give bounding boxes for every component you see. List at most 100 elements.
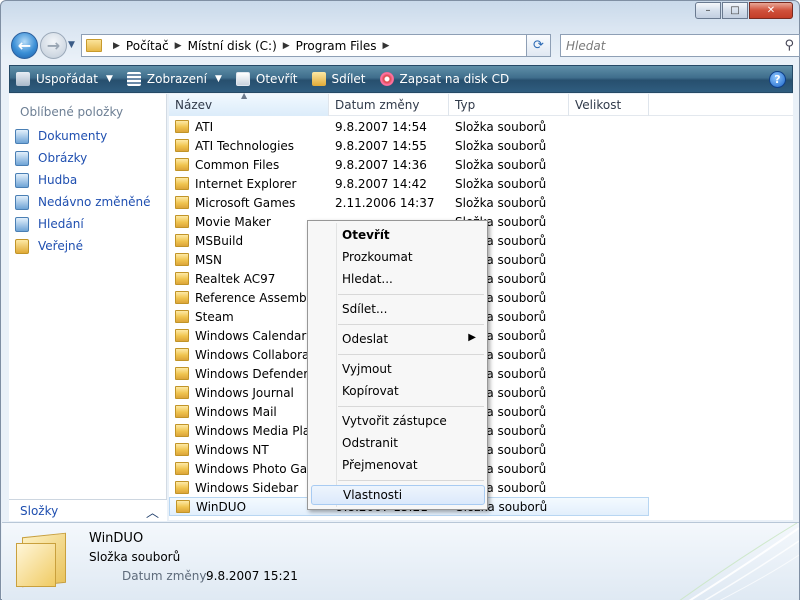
folder-icon <box>175 329 189 342</box>
history-dropdown-icon[interactable]: ▼ <box>68 40 75 50</box>
file-name: Windows Defender <box>195 366 309 381</box>
table-row[interactable]: Internet Explorer 9.8.2007 14:42 Složka … <box>169 174 649 193</box>
file-name: Windows NT <box>195 442 269 457</box>
menu-separator <box>338 406 484 407</box>
menu-item-cut[interactable]: Vyjmout <box>342 359 392 379</box>
table-row[interactable]: Microsoft Games 2.11.2006 14:37 Složka s… <box>169 193 649 212</box>
file-type: Složka souborů <box>455 195 547 210</box>
menu-gutter <box>336 223 337 507</box>
folder-icon <box>175 234 189 247</box>
maximize-button[interactable]: □ <box>722 2 748 19</box>
documents-icon <box>15 128 29 144</box>
menu-item-open[interactable]: Otevřít <box>342 225 390 245</box>
address-bar[interactable]: ▶ Počítač ▶ Místní disk (C:) ▶ Program F… <box>81 34 549 57</box>
folder-icon <box>175 120 189 133</box>
sidebar-item-public[interactable]: Veřejné <box>15 236 83 256</box>
refresh-button[interactable]: ⟳ <box>526 34 551 57</box>
chevron-right-icon[interactable]: ▶ <box>175 41 182 51</box>
minimize-button[interactable]: – <box>695 2 721 19</box>
open-button[interactable]: Otevřít <box>235 72 298 86</box>
search-input[interactable]: Hledat ⚲ <box>560 34 800 57</box>
menu-item-delete[interactable]: Odstranit <box>342 433 398 453</box>
file-type: Složka souborů <box>455 119 547 134</box>
sidebar-item-label: Nedávno změněné <box>38 195 151 209</box>
burn-cd-button[interactable]: Zapsat na disk CD <box>379 72 509 86</box>
forward-button[interactable]: → <box>40 32 67 59</box>
explorer-window: – □ ✕ ← → ▼ ▶ Počítač ▶ Místní disk (C:)… <box>0 0 800 600</box>
details-date-value: 9.8.2007 15:21 <box>206 569 298 583</box>
sidebar-item-label: Hudba <box>38 173 78 187</box>
sidebar-item-documents[interactable]: Dokumenty <box>15 126 107 146</box>
chevron-right-icon[interactable]: ▶ <box>113 41 120 51</box>
folder-icon <box>175 272 189 285</box>
close-button[interactable]: ✕ <box>749 2 793 19</box>
folder-icon <box>175 253 189 266</box>
file-name: Internet Explorer <box>195 176 297 191</box>
help-icon: ? <box>774 73 781 86</box>
organize-button[interactable]: Uspořádat ▼ <box>16 72 113 86</box>
file-date: 9.8.2007 14:54 <box>335 119 427 134</box>
file-name: WinDUO <box>196 499 247 514</box>
file-name: Realtek AC97 <box>195 271 276 286</box>
share-button[interactable]: Sdílet <box>311 72 366 86</box>
column-size[interactable]: Velikost <box>569 94 649 116</box>
file-name: Windows Journal <box>195 385 294 400</box>
menu-item-search[interactable]: Hledat... <box>342 269 393 289</box>
details-item-type: Složka souborů <box>89 550 181 564</box>
folders-toggle[interactable]: Složky ︿ <box>9 499 167 521</box>
share-label: Sdílet <box>331 72 366 86</box>
column-date[interactable]: Datum změny <box>329 94 449 116</box>
sidebar-item-pictures[interactable]: Obrázky <box>15 148 87 168</box>
chevron-right-icon[interactable]: ▶ <box>283 41 290 51</box>
back-arrow-icon: ← <box>17 36 32 55</box>
cd-icon <box>379 72 394 86</box>
menu-separator <box>338 324 484 325</box>
file-name: ATI <box>195 119 214 134</box>
folder-icon <box>175 348 189 361</box>
breadcrumb-drive[interactable]: Místní disk (C:) <box>188 39 277 53</box>
sidebar-item-recently-changed[interactable]: Nedávno změněné <box>15 192 151 212</box>
sidebar-item-label: Obrázky <box>38 151 88 165</box>
column-header-row: ▲ Název Datum změny Typ Velikost <box>169 91 793 116</box>
menu-item-properties[interactable]: Vlastnosti <box>311 485 485 505</box>
details-item-name: WinDUO <box>89 531 144 546</box>
chevron-right-icon[interactable]: ▶ <box>382 41 389 51</box>
recent-icon <box>15 194 29 210</box>
back-button[interactable]: ← <box>11 32 38 59</box>
sidebar-item-searches[interactable]: Hledání <box>15 214 84 234</box>
folder-icon <box>175 158 189 171</box>
views-button[interactable]: Zobrazení ▼ <box>126 72 222 86</box>
column-type-label: Typ <box>455 98 476 112</box>
menu-item-share[interactable]: Sdílet... <box>342 299 387 319</box>
share-icon <box>311 72 326 86</box>
favorites-header: Oblíbené položky <box>20 105 124 119</box>
sidebar-item-music[interactable]: Hudba <box>15 170 77 190</box>
table-row[interactable]: Common Files 9.8.2007 14:36 Složka soubo… <box>169 155 649 174</box>
breadcrumb-computer[interactable]: Počítač <box>126 39 169 53</box>
file-name: Windows Media Player <box>195 423 325 438</box>
organize-label: Uspořádat <box>36 72 98 86</box>
column-type[interactable]: Typ <box>449 94 569 116</box>
breadcrumb-program-files[interactable]: Program Files <box>296 39 377 53</box>
menu-item-create-shortcut[interactable]: Vytvořit zástupce <box>342 411 447 431</box>
send-to-label: Odeslat <box>342 332 389 346</box>
folder-icon <box>175 405 189 418</box>
menu-separator <box>338 480 484 481</box>
file-name: MSN <box>195 252 222 267</box>
menu-item-send-to[interactable]: Odeslat ▶ <box>342 329 486 349</box>
column-size-label: Velikost <box>575 98 622 112</box>
sidebar-item-label: Veřejné <box>38 239 84 253</box>
table-row[interactable]: ATI Technologies 9.8.2007 14:55 Složka s… <box>169 136 649 155</box>
table-row[interactable]: ATI 9.8.2007 14:54 Složka souborů <box>169 117 649 136</box>
folders-label: Složky <box>20 503 59 518</box>
menu-item-rename[interactable]: Přejmenovat <box>342 455 418 475</box>
menu-item-copy[interactable]: Kopírovat <box>342 381 399 401</box>
file-type: Složka souborů <box>455 138 547 153</box>
organize-icon <box>16 72 30 86</box>
menu-item-explore[interactable]: Prozkoumat <box>342 247 413 267</box>
large-folder-icon <box>16 531 68 588</box>
search-icon[interactable]: ⚲ <box>784 38 794 53</box>
file-name: Microsoft Games <box>195 195 296 210</box>
column-name[interactable]: ▲ Název <box>169 91 329 116</box>
help-button[interactable]: ? <box>769 71 786 88</box>
